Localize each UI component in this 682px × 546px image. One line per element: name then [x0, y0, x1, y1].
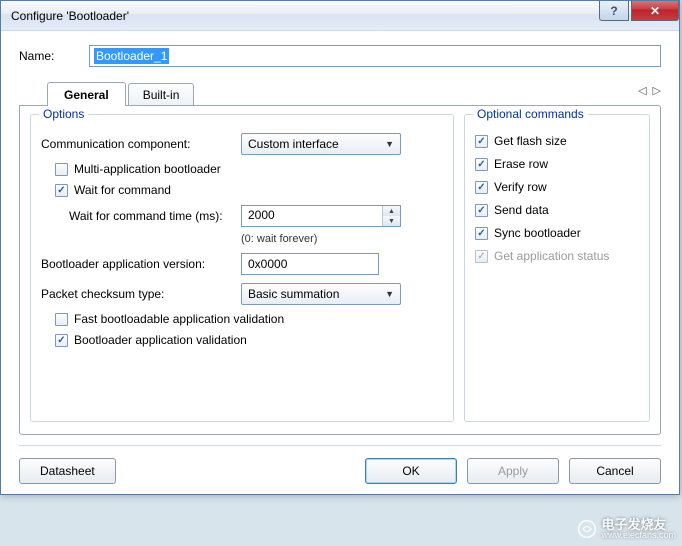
spin-down-icon[interactable]: ▼ — [383, 216, 400, 226]
window-title: Configure 'Bootloader' — [11, 9, 129, 23]
wait-time-row: Wait for command time (ms): 2000 ▲ ▼ — [41, 205, 443, 227]
tab-nav: ◁ ▷ — [638, 84, 661, 97]
tab-row: General Built-in ◁ ▷ — [19, 81, 661, 105]
tab-general[interactable]: General — [47, 82, 126, 106]
fast-validation-row[interactable]: Fast bootloadable application validation — [41, 312, 443, 326]
checksum-combo[interactable]: Basic summation ▼ — [241, 283, 401, 305]
watermark: 电子发烧友 www.elecfans.com — [577, 518, 676, 540]
close-button[interactable]: ✕ — [631, 1, 679, 21]
bootloader-validation-checkbox[interactable] — [55, 334, 68, 347]
name-value: Bootloader_1 — [94, 48, 169, 64]
fast-validation-label: Fast bootloadable application validation — [74, 312, 284, 326]
sync-boot-row[interactable]: Sync bootloader — [475, 226, 639, 240]
chevron-down-icon: ▼ — [385, 139, 394, 149]
verify-row-label: Verify row — [494, 180, 547, 194]
watermark-logo-icon — [577, 519, 597, 539]
wait-cmd-row[interactable]: Wait for command — [41, 183, 443, 197]
tab-area: General Built-in ◁ ▷ Options Communicati… — [19, 81, 661, 435]
tab-panel: Options Communication component: Custom … — [19, 105, 661, 435]
help-button[interactable]: ? — [599, 1, 629, 21]
get-app-status-row: Get application status — [475, 249, 639, 263]
fast-validation-checkbox[interactable] — [55, 313, 68, 326]
spinner-buttons: ▲ ▼ — [382, 206, 400, 226]
wait-hint: (0: wait forever) — [241, 233, 443, 245]
get-app-status-checkbox — [475, 250, 488, 263]
name-label: Name: — [19, 49, 89, 63]
get-flash-label: Get flash size — [494, 134, 567, 148]
name-row: Name: Bootloader_1 — [19, 45, 661, 67]
help-icon: ? — [610, 4, 617, 18]
erase-row-label: Erase row — [494, 157, 548, 171]
divider — [19, 445, 661, 446]
options-group: Options Communication component: Custom … — [30, 114, 454, 422]
comm-component-row: Communication component: Custom interfac… — [41, 133, 443, 155]
multi-app-label: Multi-application bootloader — [74, 162, 221, 176]
multi-app-row[interactable]: Multi-application bootloader — [41, 162, 443, 176]
optional-commands-group: Optional commands Get flash size Erase r… — [464, 114, 650, 422]
apply-button[interactable]: Apply — [467, 458, 559, 484]
comm-component-label: Communication component: — [41, 137, 241, 151]
ok-button[interactable]: OK — [365, 458, 457, 484]
tab-next-icon[interactable]: ▷ — [653, 84, 661, 97]
verify-row-row[interactable]: Verify row — [475, 180, 639, 194]
get-flash-checkbox[interactable] — [475, 135, 488, 148]
app-version-value: 0x0000 — [248, 257, 287, 271]
button-row: Datasheet OK Apply Cancel — [19, 458, 661, 484]
erase-row-checkbox[interactable] — [475, 158, 488, 171]
options-legend: Options — [39, 107, 88, 121]
app-version-row: Bootloader application version: 0x0000 — [41, 253, 443, 275]
dialog-content: Name: Bootloader_1 General Built-in ◁ ▷ … — [1, 31, 679, 494]
verify-row-checkbox[interactable] — [475, 181, 488, 194]
datasheet-button[interactable]: Datasheet — [19, 458, 116, 484]
name-input[interactable]: Bootloader_1 — [89, 45, 661, 67]
sync-boot-label: Sync bootloader — [494, 226, 581, 240]
app-version-input[interactable]: 0x0000 — [241, 253, 379, 275]
titlebar-buttons: ? ✕ — [599, 1, 679, 21]
comm-component-combo[interactable]: Custom interface ▼ — [241, 133, 401, 155]
spin-up-icon[interactable]: ▲ — [383, 206, 400, 216]
wait-time-spinner[interactable]: 2000 ▲ ▼ — [241, 205, 401, 227]
optional-legend: Optional commands — [473, 107, 588, 121]
chevron-down-icon: ▼ — [385, 289, 394, 299]
watermark-cn: 电子发烧友 — [601, 518, 676, 531]
tab-prev-icon[interactable]: ◁ — [638, 84, 646, 97]
dialog-window: Configure 'Bootloader' ? ✕ Name: Bootloa… — [0, 0, 680, 495]
get-flash-row[interactable]: Get flash size — [475, 134, 639, 148]
titlebar: Configure 'Bootloader' ? ✕ — [1, 1, 679, 31]
wait-cmd-checkbox[interactable] — [55, 184, 68, 197]
close-icon: ✕ — [650, 4, 660, 18]
tab-builtin[interactable]: Built-in — [128, 83, 195, 105]
send-data-checkbox[interactable] — [475, 204, 488, 217]
checksum-value: Basic summation — [248, 287, 339, 301]
app-version-label: Bootloader application version: — [41, 257, 241, 271]
bootloader-validation-label: Bootloader application validation — [74, 333, 247, 347]
watermark-text: 电子发烧友 www.elecfans.com — [601, 518, 676, 540]
cancel-button[interactable]: Cancel — [569, 458, 661, 484]
comm-component-value: Custom interface — [248, 137, 339, 151]
checksum-row: Packet checksum type: Basic summation ▼ — [41, 283, 443, 305]
get-app-status-label: Get application status — [494, 249, 609, 263]
bootloader-validation-row[interactable]: Bootloader application validation — [41, 333, 443, 347]
checksum-label: Packet checksum type: — [41, 287, 241, 301]
watermark-url: www.elecfans.com — [601, 531, 676, 540]
wait-cmd-label: Wait for command — [74, 183, 171, 197]
multi-app-checkbox[interactable] — [55, 163, 68, 176]
erase-row-row[interactable]: Erase row — [475, 157, 639, 171]
send-data-label: Send data — [494, 203, 549, 217]
wait-time-value: 2000 — [242, 206, 382, 226]
sync-boot-checkbox[interactable] — [475, 227, 488, 240]
wait-time-label: Wait for command time (ms): — [41, 209, 241, 223]
send-data-row[interactable]: Send data — [475, 203, 639, 217]
